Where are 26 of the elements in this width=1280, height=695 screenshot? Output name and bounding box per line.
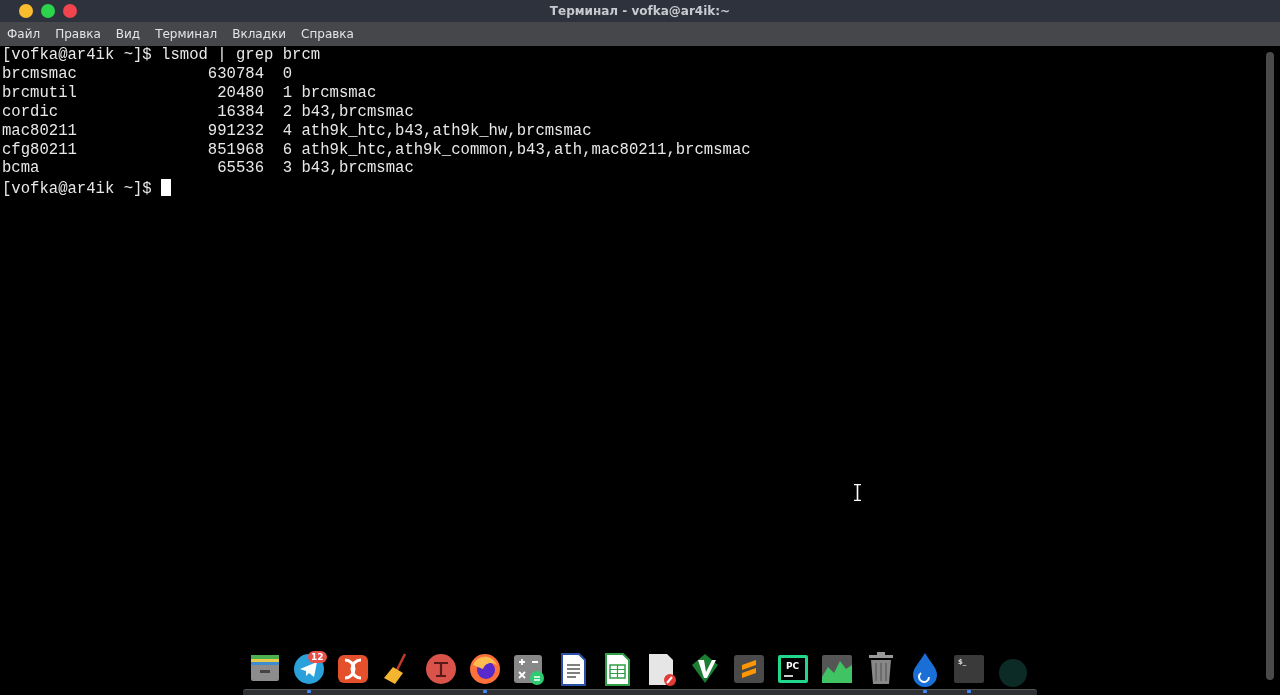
fox-globe-icon[interactable] [469, 651, 501, 687]
menu-item[interactable]: Терминал [155, 27, 218, 41]
script-logo-icon[interactable] [425, 651, 457, 687]
notification-count: 12 [308, 651, 327, 663]
terminal-line: cordic 16384 2 b43,brcmsmac [2, 102, 414, 121]
terminal-prompt: [vofka@ar4ik ~]$ [2, 180, 153, 199]
text-cursor-icon [854, 484, 861, 501]
maximize-button[interactable] [41, 4, 55, 18]
terminal-line: mac80211 991232 4 ath9k_htc,b43,ath9k_hw,brcmsmac [2, 121, 592, 140]
terminal-line: brcmutil 20480 1 brcmsmac [2, 83, 377, 102]
close-button[interactable] [63, 4, 77, 18]
terminal-line: bcma 65536 3 b43,brcmsmac [2, 159, 414, 178]
terminal-line: [vofka@ar4ik ~]$ lsmod | grep brcm [2, 46, 321, 64]
minimize-button[interactable] [19, 4, 33, 18]
text-cursor [161, 179, 172, 197]
terminal-line: brcmsmac 630784 0 [2, 64, 293, 83]
window-title: Терминал - vofka@ar4ik:~ [549, 4, 731, 18]
menu-item[interactable]: Справка [301, 27, 354, 41]
icon-label: PC [786, 661, 800, 671]
terminal-line: cfg80211 851968 6 ath9k_htc,ath9k_common,b43,ath,mac80211,brcmsmac [2, 140, 751, 159]
scrollbar[interactable] [1266, 52, 1274, 680]
menu-item[interactable]: Правка [55, 27, 101, 41]
menu-item[interactable]: Файл [7, 27, 41, 41]
paper-plane-icon[interactable] [293, 651, 325, 687]
menu-item[interactable]: Вкладки [232, 27, 287, 41]
menu-item[interactable]: Вид [115, 27, 141, 41]
